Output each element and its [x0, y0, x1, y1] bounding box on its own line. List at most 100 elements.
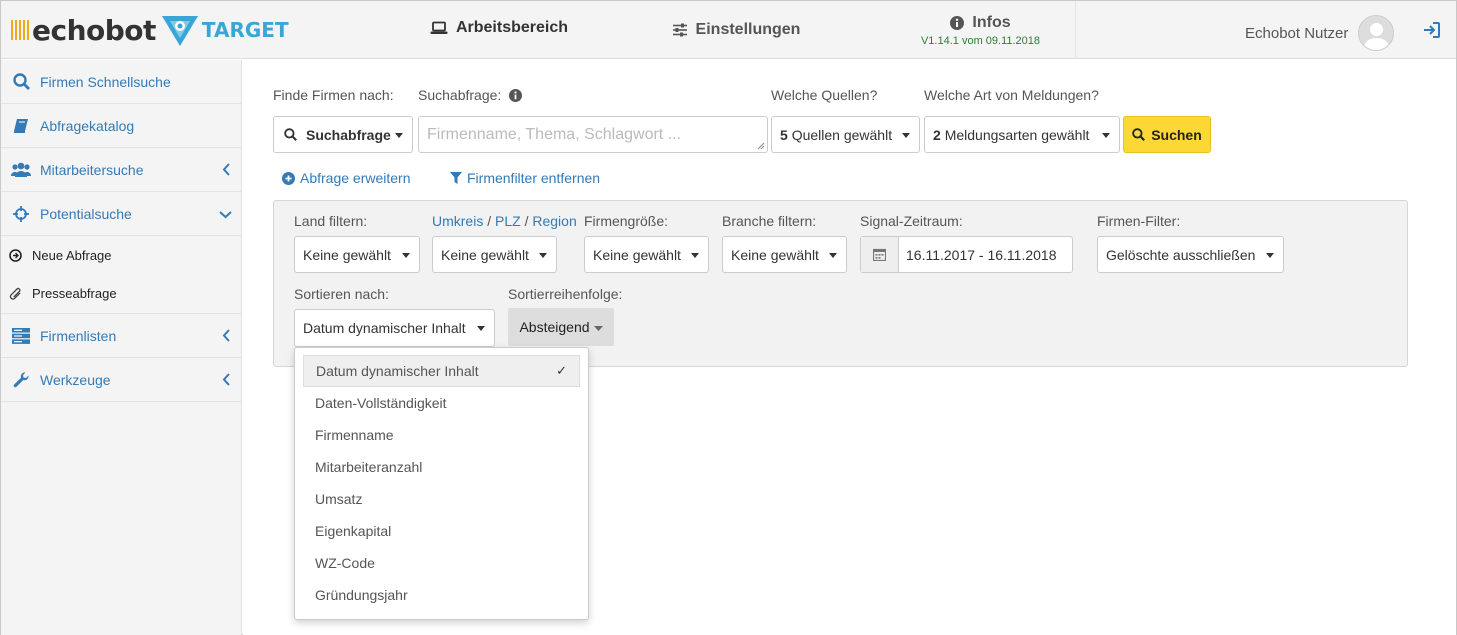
calendar-icon[interactable] — [861, 237, 899, 272]
caret-down-icon — [395, 133, 403, 138]
crosshairs-icon — [11, 204, 31, 224]
wrench-icon — [11, 370, 31, 390]
app-window: echobot TARGET Arbeitsbereich Einstellun… — [0, 0, 1457, 635]
types-count: 2 — [933, 126, 941, 143]
sort-order-label: Sortierreihenfolge: — [508, 286, 623, 302]
sort-option-label: Mitarbeiteranzahl — [315, 459, 423, 475]
size-select[interactable]: Keine gewählt — [584, 236, 709, 273]
checkmark-icon: ✓ — [556, 363, 567, 378]
country-value: Keine gewählt — [303, 246, 391, 263]
sidebar-subitem-presseabfrage[interactable]: Presseabfrage — [1, 274, 241, 314]
company-filter-value: Gelöschte ausschließen — [1106, 246, 1256, 263]
search-icon — [284, 128, 297, 141]
caret-down-icon — [477, 326, 485, 331]
sidebar-item-mitarbeitersuche[interactable]: Mitarbeitersuche — [1, 148, 241, 192]
chevron-down-icon — [219, 211, 232, 219]
sort-option-label: WZ-Code — [315, 555, 375, 571]
info-circle-icon — [950, 15, 965, 30]
sidebar: Firmen Schnellsuche Abfragekatalog Mitar… — [1, 60, 242, 635]
plus-circle-icon — [282, 171, 295, 185]
sidebar-item-firmen-schnellsuche[interactable]: Firmen Schnellsuche — [1, 60, 241, 104]
caret-down-icon — [402, 253, 410, 258]
region-link[interactable]: Region — [532, 213, 576, 229]
sidebar-item-label: Werkzeuge — [40, 371, 111, 388]
resize-handle-icon[interactable] — [757, 142, 765, 150]
search-button[interactable]: Suchen — [1123, 116, 1211, 153]
sidebar-item-label: Mitarbeitersuche — [40, 161, 144, 178]
version-label: V1.14.1 vom 09.11.2018 — [920, 34, 1041, 47]
radius-select[interactable]: Keine gewählt — [432, 236, 557, 273]
sort-option[interactable]: Gründungsjahr — [303, 579, 580, 611]
sidebar-item-firmenlisten[interactable]: Firmenlisten — [1, 314, 241, 358]
sort-order-value: Absteigend — [519, 319, 590, 335]
search-mode-select[interactable]: Suchabfrage — [273, 116, 413, 153]
caret-down-icon — [1102, 133, 1110, 138]
logo-bars-icon — [11, 20, 29, 40]
paperclip-icon — [8, 287, 22, 301]
remove-filter-link[interactable]: Firmenfilter entfernen — [450, 170, 600, 186]
sort-option[interactable]: Umsatz — [303, 483, 580, 515]
logout-icon[interactable] — [1423, 21, 1441, 39]
arrow-circle-icon — [8, 248, 22, 262]
company-filter-select[interactable]: Gelöschte ausschließen — [1097, 236, 1284, 273]
separator-slash: / — [524, 213, 529, 229]
chevron-left-icon — [222, 163, 230, 176]
sort-option[interactable]: Mitarbeiteranzahl — [303, 451, 580, 483]
nav-infos[interactable]: Infos V1.14.1 vom 09.11.2018 — [886, 1, 1076, 59]
sort-option-label: Firmenname — [315, 427, 394, 443]
period-input[interactable]: 16.11.2017 - 16.11.2018 — [860, 236, 1073, 273]
branch-filter-label: Branche filtern: — [722, 213, 817, 229]
search-icon — [11, 72, 31, 92]
sort-option[interactable]: Datum dynamischer Inhalt ✓ — [303, 355, 580, 387]
branch-select[interactable]: Keine gewählt — [722, 236, 847, 273]
caret-down-icon — [593, 326, 603, 331]
extend-query-link[interactable]: Abfrage erweitern — [282, 170, 411, 186]
nav-settings-label: Einstellungen — [695, 21, 801, 38]
top-header: echobot TARGET Arbeitsbereich Einstellun… — [1, 1, 1456, 59]
nav-settings[interactable]: Einstellungen — [661, 1, 811, 59]
sort-option[interactable]: Eigenkapital — [303, 515, 580, 547]
radius-link[interactable]: Umkreis — [432, 213, 483, 229]
branch-value: Keine gewählt — [731, 246, 819, 263]
caret-down-icon — [902, 133, 910, 138]
sources-count: 5 — [780, 126, 788, 143]
query-label: Suchabfrage: — [418, 87, 502, 103]
search-icon — [1132, 128, 1146, 141]
nav-workspace[interactable]: Arbeitsbereich — [419, 1, 579, 55]
logo-wordmark: echobot — [32, 13, 156, 47]
sort-select[interactable]: Datum dynamischer Inhalt — [294, 309, 495, 347]
avatar — [1358, 15, 1395, 51]
user-menu[interactable]: Echobot Nutzer — [1245, 15, 1395, 51]
chevron-left-icon — [222, 329, 230, 342]
caret-down-icon — [1266, 253, 1274, 258]
book-icon — [11, 116, 31, 136]
sort-option-label: Gründungsjahr — [315, 587, 408, 603]
logo-product: TARGET — [201, 18, 289, 42]
sort-option[interactable]: WZ-Code — [303, 547, 580, 579]
sidebar-item-abfragekatalog[interactable]: Abfragekatalog — [1, 104, 241, 148]
query-label-wrap: Suchabfrage: — [418, 87, 523, 103]
sidebar-item-potentialsuche[interactable]: Potentialsuche — [1, 192, 241, 236]
sort-option[interactable]: Daten-Vollständigkeit — [303, 387, 580, 419]
radius-value: Keine gewählt — [441, 246, 529, 263]
sort-option[interactable]: Firmenname — [303, 419, 580, 451]
sources-label: Welche Quellen? — [771, 87, 878, 103]
separator-slash: / — [487, 213, 492, 229]
sidebar-item-label: Firmen Schnellsuche — [40, 73, 171, 90]
extend-query-label: Abfrage erweitern — [300, 170, 411, 186]
sort-option-label: Umsatz — [315, 491, 363, 507]
sort-option-label: Eigenkapital — [315, 523, 392, 539]
period-value: 16.11.2017 - 16.11.2018 — [906, 246, 1057, 263]
sidebar-item-werkzeuge[interactable]: Werkzeuge — [1, 358, 241, 402]
country-filter-label: Land filtern: — [294, 213, 368, 229]
plz-link[interactable]: PLZ — [495, 213, 521, 229]
country-select[interactable]: Keine gewählt — [294, 236, 420, 273]
info-circle-icon[interactable] — [509, 88, 523, 102]
sources-select[interactable]: 5 Quellen gewählt — [771, 116, 920, 153]
query-input[interactable]: Firmenname, Thema, Schlagwort ... — [418, 116, 768, 153]
brand-logo[interactable]: echobot TARGET — [11, 11, 289, 49]
sort-order-button[interactable]: Absteigend — [508, 308, 614, 346]
sidebar-item-label: Potentialsuche — [40, 205, 132, 222]
types-select[interactable]: 2 Meldungsarten gewählt — [924, 116, 1120, 153]
sidebar-subitem-neue-abfrage[interactable]: Neue Abfrage — [1, 236, 241, 274]
